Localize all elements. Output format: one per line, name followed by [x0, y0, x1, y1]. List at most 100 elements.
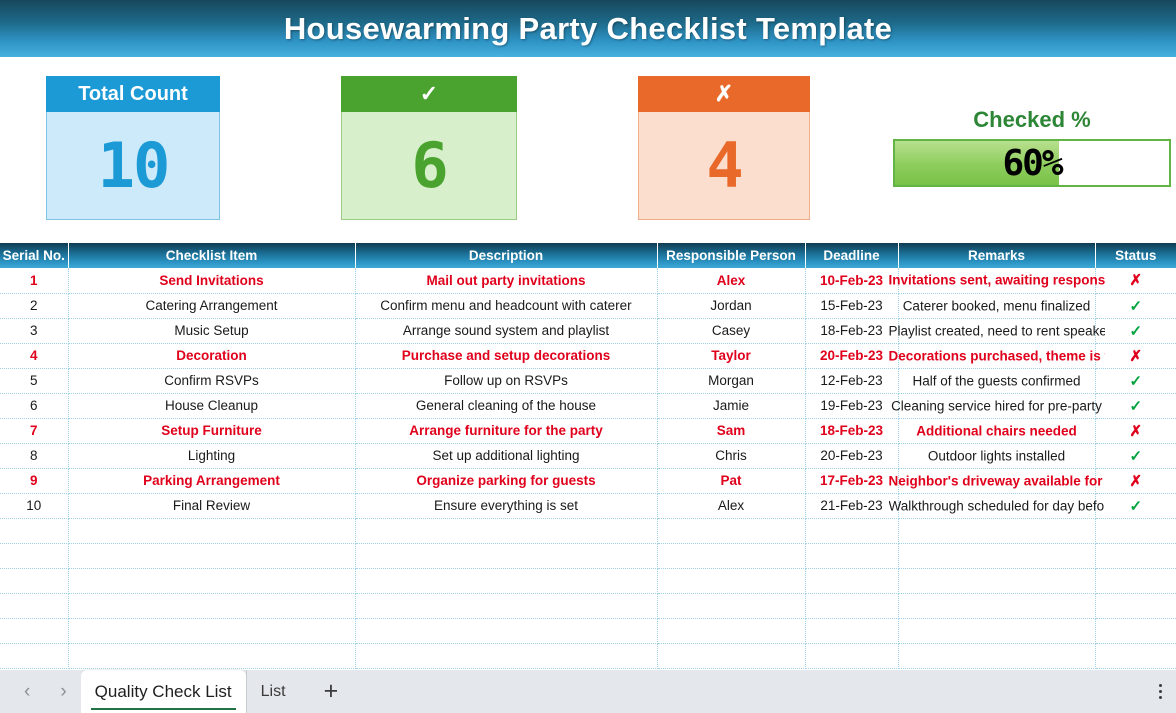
cell-serial-no[interactable]: 3 — [0, 318, 69, 344]
cell-empty[interactable] — [656, 518, 806, 544]
cell-empty[interactable] — [0, 518, 69, 544]
cell-status[interactable]: ✓ — [1094, 443, 1176, 469]
cell-checklist-item[interactable]: Lighting — [67, 443, 356, 469]
table-row[interactable]: 3 Music Setup Arrange sound system and pla… — [0, 318, 1176, 344]
column-header-checklist-item[interactable]: Checklist Item — [68, 243, 356, 268]
more-options-icon[interactable] — [1145, 670, 1176, 713]
table-row-empty[interactable] — [0, 543, 1176, 569]
cell-serial-no[interactable]: 1 — [0, 268, 69, 294]
cell-deadline[interactable]: 10-Feb-23 — [804, 268, 899, 294]
table-row[interactable]: 6 House Cleanup General cleaning of the ho… — [0, 393, 1176, 419]
cell-status[interactable]: ✗ — [1094, 468, 1176, 494]
cell-empty[interactable] — [354, 518, 658, 544]
cell-empty[interactable] — [804, 593, 899, 619]
cell-empty[interactable] — [897, 568, 1096, 594]
cell-checklist-item[interactable]: Parking Arrangement — [67, 468, 356, 494]
cell-checklist-item[interactable]: House Cleanup — [67, 393, 356, 419]
cell-status[interactable]: ✓ — [1094, 318, 1176, 344]
cell-empty[interactable] — [354, 618, 658, 644]
cell-description[interactable]: Arrange furniture for the party — [354, 418, 658, 444]
column-header-description[interactable]: Description — [355, 243, 658, 268]
cell-serial-no[interactable]: 5 — [0, 368, 69, 394]
cell-empty[interactable] — [0, 643, 69, 669]
table-row[interactable]: 2 Catering Arrangement Confirm menu and he… — [0, 293, 1176, 319]
cell-remarks[interactable]: Decorations purchased, theme is tropical — [889, 343, 1105, 369]
cell-empty[interactable] — [897, 543, 1096, 569]
cell-checklist-item[interactable]: Catering Arrangement — [67, 293, 356, 319]
cell-empty[interactable] — [656, 568, 806, 594]
cell-remarks[interactable]: Neighbor's driveway available for use — [889, 468, 1105, 494]
chevron-right-icon[interactable]: › — [60, 682, 66, 701]
table-row-empty[interactable] — [0, 518, 1176, 544]
cell-empty[interactable] — [67, 593, 356, 619]
cell-remarks[interactable]: Cleaning service hired for pre-party — [891, 393, 1102, 419]
table-row[interactable]: 1 Send Invitations Mail out party invitati… — [0, 268, 1176, 294]
cell-serial-no[interactable]: 2 — [0, 293, 69, 319]
cell-description[interactable]: Set up additional lighting — [354, 443, 658, 469]
cell-remarks[interactable]: Caterer booked, menu finalized — [897, 293, 1096, 319]
cell-deadline[interactable]: 15-Feb-23 — [804, 293, 899, 319]
sheet-tab-list[interactable]: List — [245, 670, 300, 713]
cell-remarks[interactable]: Invitations sent, awaiting responses — [889, 268, 1105, 294]
column-header-serial-no[interactable]: Serial No. — [0, 243, 69, 268]
cell-status[interactable]: ✓ — [1094, 393, 1176, 419]
cell-empty[interactable] — [0, 543, 69, 569]
cell-empty[interactable] — [804, 643, 899, 669]
column-header-responsible-person[interactable]: Responsible Person — [657, 243, 806, 268]
cell-deadline[interactable]: 20-Feb-23 — [804, 343, 899, 369]
table-row[interactable]: 9 Parking Arrangement Organize parking for… — [0, 468, 1176, 494]
cell-empty[interactable] — [897, 593, 1096, 619]
cell-responsible-person[interactable]: Chris — [656, 443, 806, 469]
cell-checklist-item[interactable]: Send Invitations — [67, 268, 356, 294]
cell-deadline[interactable]: 12-Feb-23 — [804, 368, 899, 394]
cell-description[interactable]: Follow up on RSVPs — [354, 368, 658, 394]
cell-empty[interactable] — [354, 543, 658, 569]
cell-empty[interactable] — [804, 543, 899, 569]
cell-empty[interactable] — [804, 568, 899, 594]
cell-responsible-person[interactable]: Pat — [656, 468, 806, 494]
cell-empty[interactable] — [67, 543, 356, 569]
column-header-status[interactable]: Status — [1095, 243, 1176, 268]
cell-serial-no[interactable]: 6 — [0, 393, 69, 419]
cell-responsible-person[interactable]: Alex — [656, 493, 806, 519]
cell-empty[interactable] — [354, 568, 658, 594]
cell-checklist-item[interactable]: Setup Furniture — [67, 418, 356, 444]
cell-checklist-item[interactable]: Music Setup — [67, 318, 356, 344]
cell-remarks[interactable]: Walkthrough scheduled for day before — [889, 493, 1105, 519]
cell-remarks[interactable]: Playlist created, need to rent speakers — [889, 318, 1105, 344]
cell-status[interactable]: ✗ — [1094, 418, 1176, 444]
cell-description[interactable]: Mail out party invitations — [354, 268, 658, 294]
cell-description[interactable]: Arrange sound system and playlist — [354, 318, 658, 344]
cell-status[interactable]: ✗ — [1094, 343, 1176, 369]
cell-empty[interactable] — [656, 618, 806, 644]
cell-serial-no[interactable]: 7 — [0, 418, 69, 444]
cell-status[interactable]: ✓ — [1094, 368, 1176, 394]
cell-deadline[interactable]: 18-Feb-23 — [804, 318, 899, 344]
cell-empty[interactable] — [897, 618, 1096, 644]
cell-empty[interactable] — [897, 518, 1096, 544]
cell-empty[interactable] — [1094, 543, 1176, 569]
cell-deadline[interactable]: 21-Feb-23 — [804, 493, 899, 519]
table-row[interactable]: 7 Setup Furniture Arrange furniture for th… — [0, 418, 1176, 444]
cell-empty[interactable] — [656, 643, 806, 669]
cell-deadline[interactable]: 18-Feb-23 — [804, 418, 899, 444]
cell-description[interactable]: Purchase and setup decorations — [354, 343, 658, 369]
cell-remarks[interactable]: Half of the guests confirmed — [897, 368, 1096, 394]
cell-status[interactable]: ✓ — [1094, 293, 1176, 319]
cell-description[interactable]: Ensure everything is set — [354, 493, 658, 519]
cell-serial-no[interactable]: 10 — [0, 493, 69, 519]
cell-empty[interactable] — [897, 643, 1096, 669]
cell-deadline[interactable]: 19-Feb-23 — [804, 393, 899, 419]
cell-empty[interactable] — [1094, 593, 1176, 619]
table-row[interactable]: 5 Confirm RSVPs Follow up on RSVPs Morgan 12… — [0, 368, 1176, 394]
cell-empty[interactable] — [1094, 568, 1176, 594]
table-row[interactable]: 4 Decoration Purchase and setup decoration… — [0, 343, 1176, 369]
cell-deadline[interactable]: 17-Feb-23 — [804, 468, 899, 494]
cell-deadline[interactable]: 20-Feb-23 — [804, 443, 899, 469]
table-row-empty[interactable] — [0, 568, 1176, 594]
cell-empty[interactable] — [1094, 618, 1176, 644]
column-header-remarks[interactable]: Remarks — [898, 243, 1096, 268]
cell-responsible-person[interactable]: Jordan — [656, 293, 806, 319]
cell-empty[interactable] — [656, 543, 806, 569]
cell-description[interactable]: Organize parking for guests — [354, 468, 658, 494]
